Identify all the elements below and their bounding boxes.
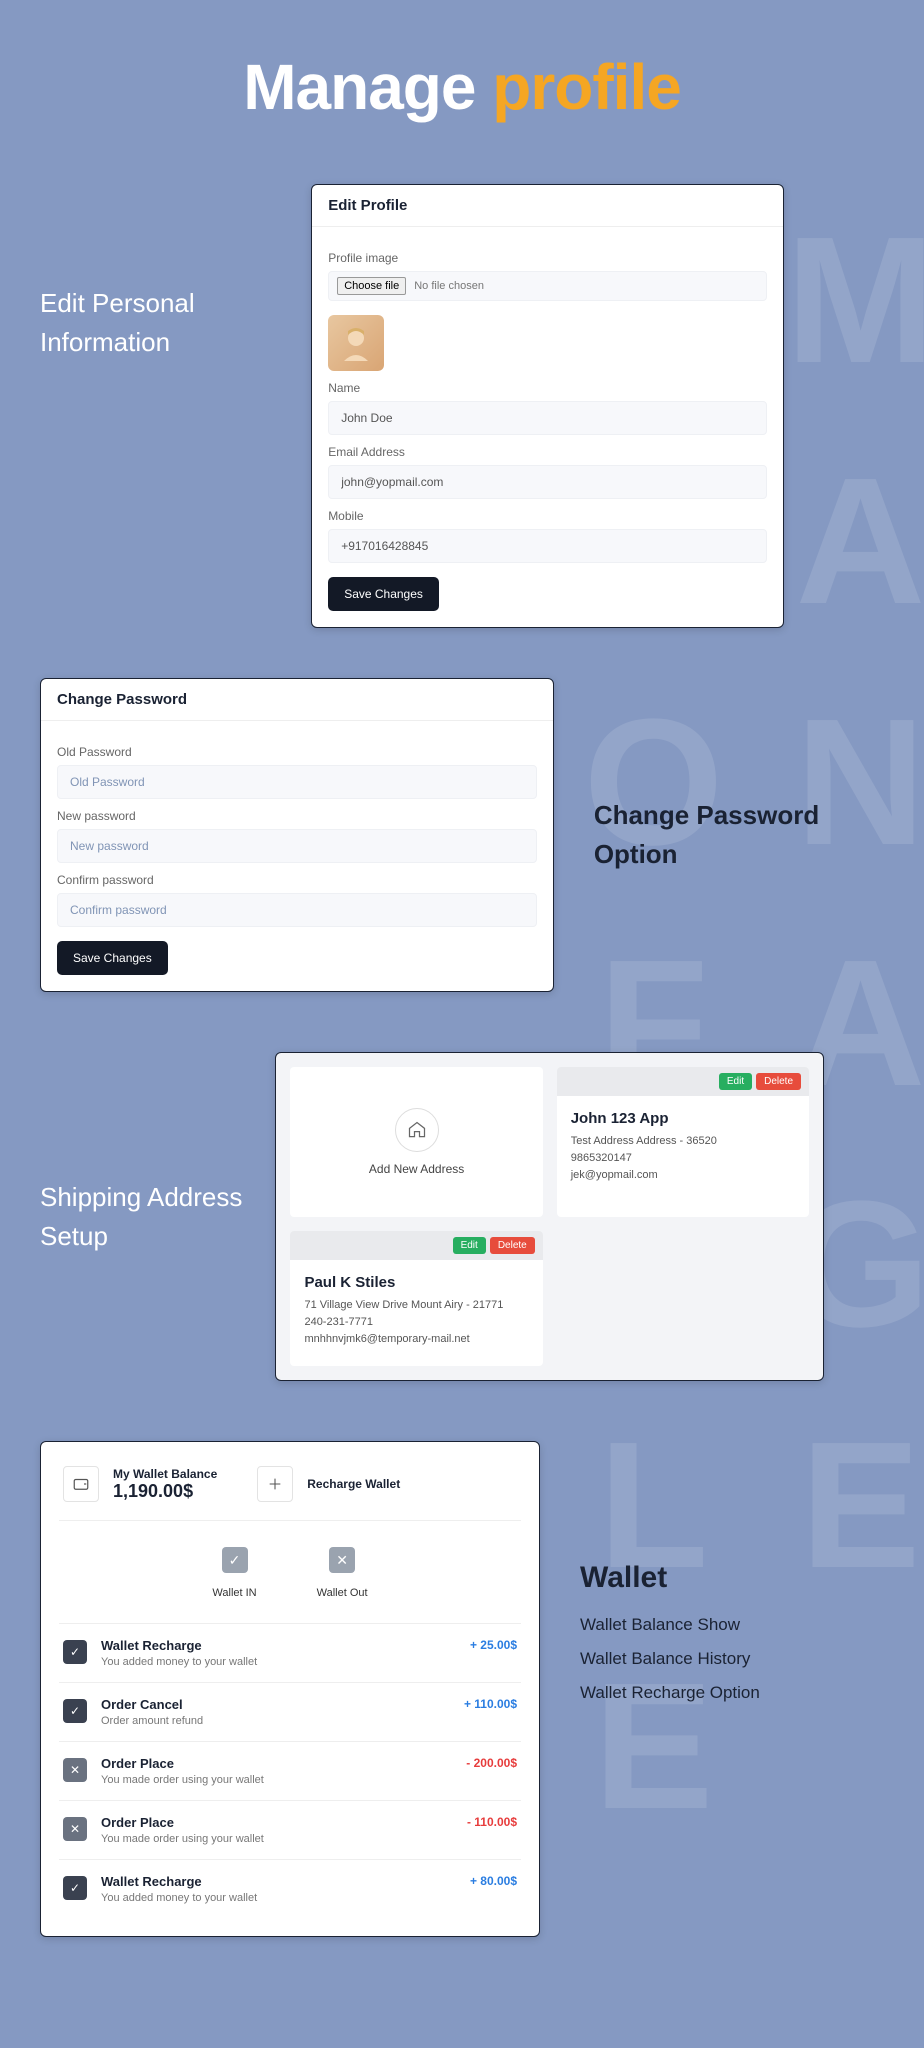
- name-input[interactable]: [328, 401, 767, 435]
- transaction-amount: - 200.00$: [466, 1756, 517, 1770]
- profile-image-label: Profile image: [328, 251, 767, 265]
- wallet-in-filter[interactable]: ✓: [222, 1547, 248, 1573]
- wallet-feature: Wallet Balance History: [580, 1649, 760, 1669]
- wallet-out-filter[interactable]: ✕: [329, 1547, 355, 1573]
- wallet-heading: Wallet: [580, 1561, 760, 1595]
- transaction-title: Order Cancel: [101, 1697, 450, 1712]
- name-label: Name: [328, 381, 767, 395]
- wallet-feature: Wallet Balance Show: [580, 1615, 760, 1635]
- x-icon: ✕: [63, 1758, 87, 1782]
- transaction-desc: You made order using your wallet: [101, 1833, 453, 1845]
- transaction-amount: + 25.00$: [470, 1638, 517, 1652]
- page-title: Manage profile: [0, 0, 924, 124]
- no-file-text: No file chosen: [414, 280, 484, 292]
- x-icon: ✕: [63, 1817, 87, 1841]
- title-part1: Manage: [243, 51, 475, 123]
- change-password-label: Change Password Option: [594, 796, 884, 874]
- check-icon: ✓: [63, 1699, 87, 1723]
- mobile-label: Mobile: [328, 509, 767, 523]
- home-icon: [395, 1108, 439, 1152]
- delete-address-button[interactable]: Delete: [490, 1237, 535, 1254]
- address-phone: 240-231-7771: [304, 1316, 528, 1328]
- transaction-row: ✕ Order Place You made order using your wa…: [59, 1800, 521, 1859]
- address-email: jek@yopmail.com: [571, 1169, 795, 1181]
- wallet-card: My Wallet Balance 1,190.00$ Recharge Wal…: [40, 1441, 540, 1937]
- recharge-wallet-button[interactable]: Recharge Wallet: [307, 1477, 400, 1491]
- edit-address-button[interactable]: Edit: [719, 1073, 752, 1090]
- wallet-feature: Wallet Recharge Option: [580, 1683, 760, 1703]
- transaction-desc: Order amount refund: [101, 1715, 450, 1727]
- email-label: Email Address: [328, 445, 767, 459]
- transaction-desc: You made order using your wallet: [101, 1774, 452, 1786]
- transaction-desc: You added money to your wallet: [101, 1656, 456, 1668]
- save-password-button[interactable]: Save Changes: [57, 941, 168, 975]
- wallet-out-label: Wallet Out: [317, 1587, 368, 1599]
- wallet-icon: [63, 1466, 99, 1502]
- shipping-panel: Add New Address Edit Delete John 123 App…: [275, 1052, 824, 1381]
- address-phone: 9865320147: [571, 1152, 795, 1164]
- transaction-amount: + 110.00$: [464, 1697, 517, 1711]
- delete-address-button[interactable]: Delete: [756, 1073, 801, 1090]
- edit-profile-card: Edit Profile Profile image Choose file N…: [311, 184, 784, 628]
- wallet-balance-value: 1,190.00$: [113, 1481, 217, 1502]
- check-icon: ✓: [63, 1640, 87, 1664]
- change-password-title: Change Password: [41, 679, 553, 721]
- address-email: mnhhnvjmk6@temporary-mail.net: [304, 1333, 528, 1345]
- address-name: Paul K Stiles: [304, 1274, 528, 1291]
- plus-icon[interactable]: [257, 1466, 293, 1502]
- transaction-amount: - 110.00$: [467, 1815, 517, 1829]
- address-card: Edit Delete John 123 App Test Address Ad…: [557, 1067, 809, 1217]
- file-input-row: Choose file No file chosen: [328, 271, 767, 301]
- address-line: Test Address Address - 36520: [571, 1135, 795, 1147]
- address-name: John 123 App: [571, 1110, 795, 1127]
- transaction-title: Order Place: [101, 1815, 453, 1830]
- address-line: 71 Village View Drive Mount Airy - 21771: [304, 1299, 528, 1311]
- transaction-amount: + 80.00$: [470, 1874, 517, 1888]
- transaction-row: ✕ Order Place You made order using your wa…: [59, 1741, 521, 1800]
- wallet-in-label: Wallet IN: [212, 1587, 256, 1599]
- shipping-label: Shipping Address Setup: [40, 1178, 245, 1256]
- confirm-password-label: Confirm password: [57, 873, 537, 887]
- new-password-input[interactable]: [57, 829, 537, 863]
- change-password-card: Change Password Old Password New passwor…: [40, 678, 554, 992]
- choose-file-button[interactable]: Choose file: [337, 277, 406, 295]
- edit-profile-label: Edit Personal Information: [40, 284, 281, 362]
- transaction-row: ✓ Wallet Recharge You added money to your …: [59, 1859, 521, 1918]
- new-password-label: New password: [57, 809, 537, 823]
- address-card: Edit Delete Paul K Stiles 71 Village Vie…: [290, 1231, 542, 1366]
- transaction-title: Order Place: [101, 1756, 452, 1771]
- edit-profile-card-title: Edit Profile: [312, 185, 783, 227]
- avatar-face-icon: [336, 323, 376, 363]
- add-new-text: Add New Address: [369, 1162, 464, 1176]
- add-new-address-card[interactable]: Add New Address: [290, 1067, 542, 1217]
- transaction-row: ✓ Order Cancel Order amount refund + 110.00…: [59, 1682, 521, 1741]
- avatar: [328, 315, 384, 371]
- email-input[interactable]: [328, 465, 767, 499]
- edit-address-button[interactable]: Edit: [453, 1237, 486, 1254]
- confirm-password-input[interactable]: [57, 893, 537, 927]
- mobile-input[interactable]: [328, 529, 767, 563]
- transaction-row: ✓ Wallet Recharge You added money to your …: [59, 1623, 521, 1682]
- title-part2: profile: [492, 51, 681, 123]
- old-password-label: Old Password: [57, 745, 537, 759]
- transaction-title: Wallet Recharge: [101, 1874, 456, 1889]
- save-profile-button[interactable]: Save Changes: [328, 577, 439, 611]
- check-icon: ✓: [63, 1876, 87, 1900]
- old-password-input[interactable]: [57, 765, 537, 799]
- wallet-balance-label: My Wallet Balance: [113, 1467, 217, 1481]
- transaction-desc: You added money to your wallet: [101, 1892, 456, 1904]
- transaction-title: Wallet Recharge: [101, 1638, 456, 1653]
